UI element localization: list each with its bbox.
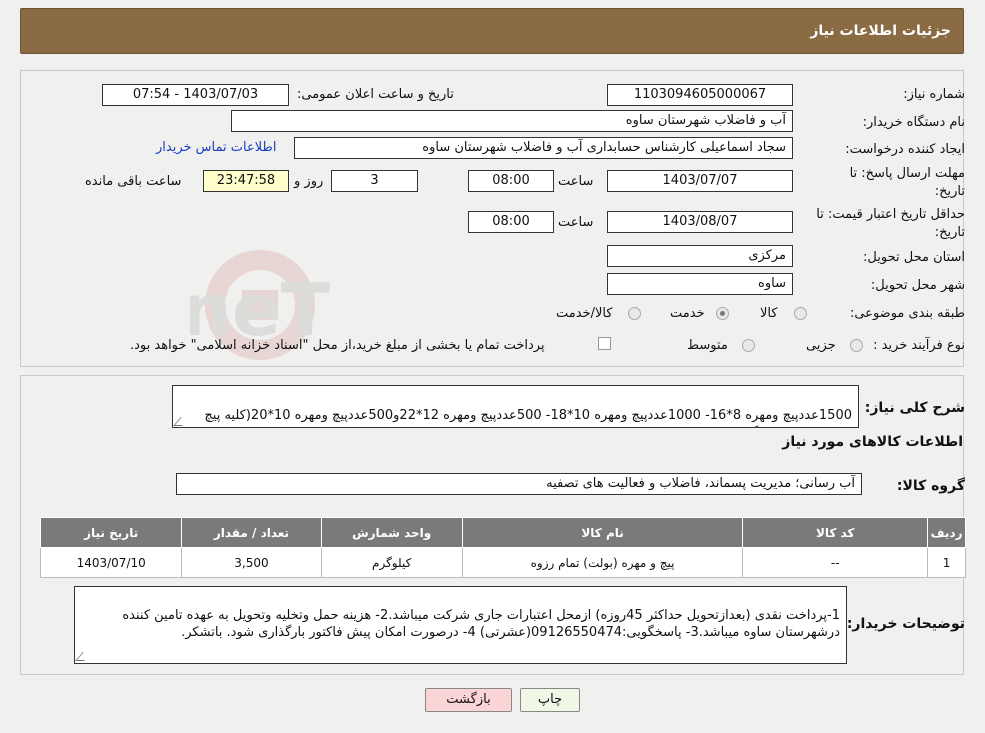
buyer-org-label: نام دستگاه خریدار: — [862, 115, 965, 130]
process-label: نوع فرآیند خرید : — [873, 338, 965, 353]
column-header-unit: واحد شمارش — [320, 517, 463, 548]
column-header-code: کد کالا — [742, 517, 929, 548]
remaining-time-label: ساعت باقی مانده — [85, 174, 182, 189]
category-option-goods-service: کالا/خدمت — [556, 306, 613, 321]
need-number-label: شماره نیاز: — [903, 87, 965, 102]
treasury-bonds-checkbox[interactable] — [598, 337, 611, 350]
cell-quantity: 3,500 — [181, 547, 322, 578]
goods-table: ردیف کد کالا نام کالا واحد شمارش تعداد /… — [39, 517, 966, 578]
buyer-notes-text: 1-پرداخت نقدی (بعدازتحویل حداکثر 45روزه)… — [122, 608, 840, 640]
category-option-goods: کالا — [760, 306, 778, 321]
city-field: ساوه — [607, 273, 793, 295]
buyer-notes-label: توضیحات خریدار: — [846, 616, 965, 632]
process-option-minor: جزیی — [806, 338, 836, 353]
buyer-org-field: آب و فاضلاب شهرستان ساوه — [231, 110, 793, 132]
column-header-row-number: ردیف — [927, 517, 966, 548]
province-field: مرکزی — [607, 245, 793, 267]
cell-code: -- — [742, 547, 929, 578]
buyer-contact-link[interactable]: اطلاعات تماس خریدار — [156, 140, 276, 155]
cell-row-number: 1 — [927, 547, 966, 578]
province-label: استان محل تحویل: — [863, 250, 965, 265]
announce-field: 1403/07/03 - 07:54 — [102, 84, 289, 106]
price-valid-time-field: 08:00 — [468, 211, 554, 233]
reply-deadline-label: مهلت ارسال پاسخ: تا — [849, 166, 965, 181]
category-option-service: خدمت — [670, 306, 705, 321]
remaining-time-field: 23:47:58 — [203, 170, 289, 192]
price-valid-label: حداقل تاریخ اعتبار قیمت: تا — [816, 207, 965, 222]
table-row: 1 -- پیچ و مهره (بولت) تمام رزوه کیلوگرم… — [39, 547, 966, 578]
days-field: 3 — [331, 170, 418, 192]
back-button[interactable]: بازگشت — [425, 688, 512, 712]
description-text: 1500عددپیچ ومهره 8*16- 1000عددپیچ ومهره … — [204, 408, 852, 427]
reply-time-field: 08:00 — [468, 170, 554, 192]
reply-time-label: ساعت — [558, 174, 594, 189]
price-valid-time-label: ساعت — [558, 215, 594, 230]
announce-label: تاریخ و ساعت اعلان عمومی: — [297, 87, 454, 102]
page-header: جزئیات اطلاعات نیاز — [20, 8, 964, 54]
category-radio-service[interactable] — [716, 307, 729, 320]
description-field: 1500عددپیچ ومهره 8*16- 1000عددپیچ ومهره … — [172, 385, 859, 428]
description-label: شرح کلی نیاز: — [864, 400, 965, 416]
category-radio-goods[interactable] — [794, 307, 807, 320]
page-title: جزئیات اطلاعات نیاز — [810, 23, 951, 39]
category-radio-goods-service[interactable] — [628, 307, 641, 320]
category-label: طبقه بندی موضوعی: — [849, 306, 965, 321]
goods-section-title: اطلاعات کالاهای مورد نیاز — [782, 434, 963, 450]
city-label: شهر محل تحویل: — [870, 278, 965, 293]
days-label: روز و — [294, 174, 324, 189]
cell-name: پیچ و مهره (بولت) تمام رزوه — [461, 547, 744, 578]
payment-note: پرداخت تمام یا بخشی از مبلغ خرید،از محل … — [130, 338, 545, 353]
cell-unit: کیلوگرم — [320, 547, 463, 578]
process-radio-medium[interactable] — [742, 339, 755, 352]
reply-deadline-label-date: تاریخ: — [934, 184, 965, 199]
need-number-field: 1103094605000067 — [607, 84, 793, 106]
cell-date: 1403/07/10 — [39, 547, 183, 578]
column-header-name: نام کالا — [461, 517, 744, 548]
column-header-quantity: تعداد / مقدار — [181, 517, 322, 548]
goods-group-field: آب رسانی؛ مدیریت پسماند، فاضلاب و فعالیت… — [176, 473, 862, 495]
buyer-notes-field: 1-پرداخت نقدی (بعدازتحویل حداکثر 45روزه)… — [74, 586, 847, 664]
goods-group-label: گروه کالا: — [896, 478, 965, 494]
process-radio-minor[interactable] — [850, 339, 863, 352]
column-header-date: تاریخ نیاز — [39, 517, 183, 548]
print-button[interactable]: چاپ — [520, 688, 580, 712]
price-valid-label-date: تاریخ: — [934, 225, 965, 240]
price-valid-date-field: 1403/08/07 — [607, 211, 793, 233]
reply-date-field: 1403/07/07 — [607, 170, 793, 192]
goods-table-header-row: ردیف کد کالا نام کالا واحد شمارش تعداد /… — [39, 517, 966, 548]
process-option-medium: متوسط — [687, 338, 728, 353]
creator-field: سجاد اسماعیلی کارشناس حسابداری آب و فاضل… — [294, 137, 793, 159]
creator-label: ایجاد کننده درخواست: — [845, 142, 965, 157]
